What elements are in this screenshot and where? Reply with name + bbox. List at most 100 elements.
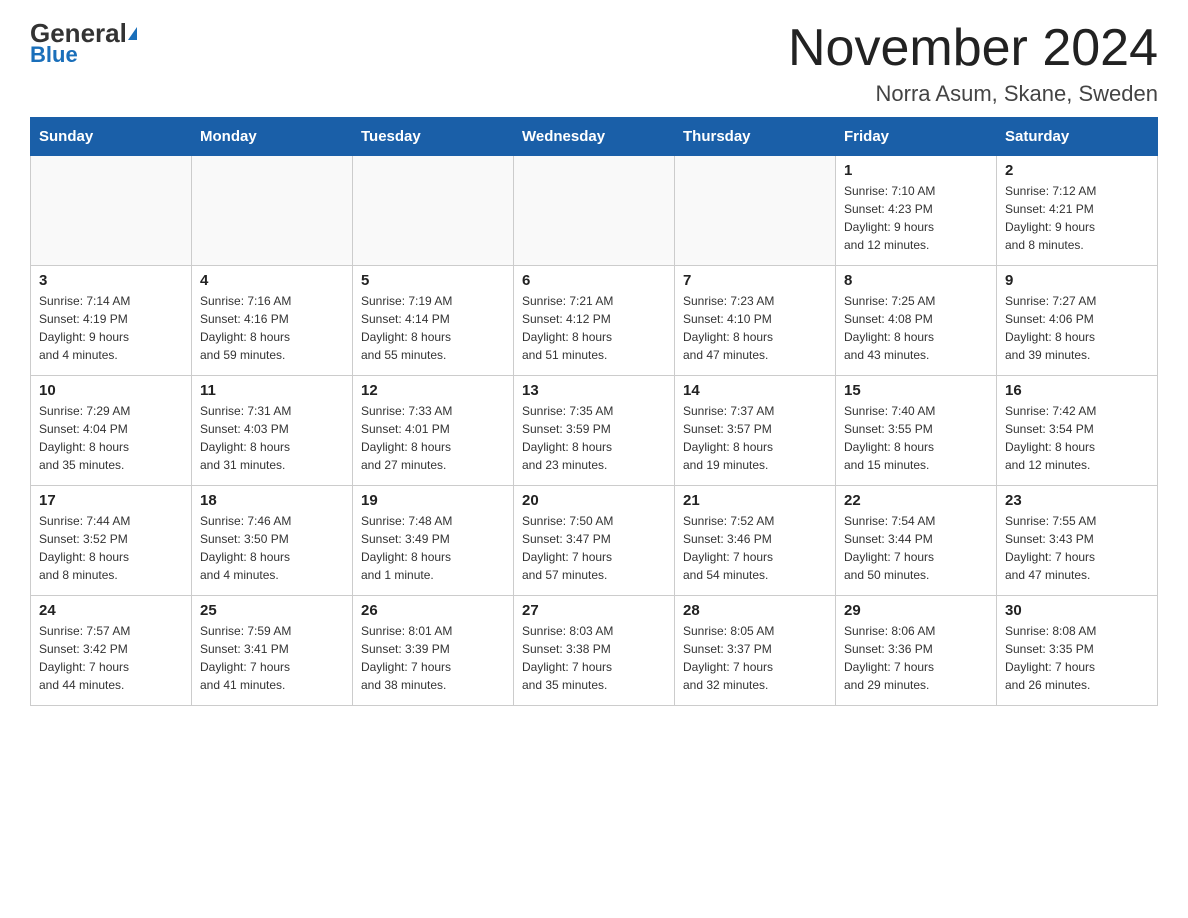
day-number: 13 — [522, 382, 666, 399]
day-cell: 19 Sunrise: 7:48 AMSunset: 3:49 PMDayligh… — [353, 486, 514, 596]
month-title: November 2024 — [788, 20, 1158, 77]
day-number: 16 — [1005, 382, 1149, 399]
day-number: 19 — [361, 492, 505, 509]
day-number: 12 — [361, 382, 505, 399]
header-row: SundayMondayTuesdayWednesdayThursdayFrid… — [31, 118, 1158, 156]
day-number: 8 — [844, 272, 988, 289]
day-number: 21 — [683, 492, 827, 509]
day-number: 11 — [200, 382, 344, 399]
day-number: 5 — [361, 272, 505, 289]
day-info: Sunrise: 7:19 AMSunset: 4:14 PMDaylight:… — [361, 292, 505, 364]
day-info: Sunrise: 7:50 AMSunset: 3:47 PMDaylight:… — [522, 512, 666, 584]
day-cell — [514, 156, 675, 266]
day-cell: 17 Sunrise: 7:44 AMSunset: 3:52 PMDayligh… — [31, 486, 192, 596]
day-number: 2 — [1005, 162, 1149, 179]
header-thursday: Thursday — [675, 118, 836, 156]
day-number: 4 — [200, 272, 344, 289]
day-number: 28 — [683, 602, 827, 619]
header-tuesday: Tuesday — [353, 118, 514, 156]
day-info: Sunrise: 7:37 AMSunset: 3:57 PMDaylight:… — [683, 402, 827, 474]
day-cell: 4 Sunrise: 7:16 AMSunset: 4:16 PMDaylight… — [192, 266, 353, 376]
logo-blue-text: Blue — [30, 42, 78, 68]
title-section: November 2024 Norra Asum, Skane, Sweden — [788, 20, 1158, 107]
week-row-2: 10 Sunrise: 7:29 AMSunset: 4:04 PMDayligh… — [31, 376, 1158, 486]
day-number: 15 — [844, 382, 988, 399]
page-header: General Blue November 2024 Norra Asum, S… — [30, 20, 1158, 107]
day-info: Sunrise: 7:16 AMSunset: 4:16 PMDaylight:… — [200, 292, 344, 364]
day-info: Sunrise: 7:33 AMSunset: 4:01 PMDaylight:… — [361, 402, 505, 474]
day-number: 23 — [1005, 492, 1149, 509]
location-title: Norra Asum, Skane, Sweden — [788, 81, 1158, 107]
day-info: Sunrise: 7:10 AMSunset: 4:23 PMDaylight:… — [844, 182, 988, 254]
day-number: 6 — [522, 272, 666, 289]
day-cell: 7 Sunrise: 7:23 AMSunset: 4:10 PMDaylight… — [675, 266, 836, 376]
day-number: 29 — [844, 602, 988, 619]
day-info: Sunrise: 7:55 AMSunset: 3:43 PMDaylight:… — [1005, 512, 1149, 584]
week-row-3: 17 Sunrise: 7:44 AMSunset: 3:52 PMDayligh… — [31, 486, 1158, 596]
day-info: Sunrise: 7:12 AMSunset: 4:21 PMDaylight:… — [1005, 182, 1149, 254]
day-info: Sunrise: 7:42 AMSunset: 3:54 PMDaylight:… — [1005, 402, 1149, 474]
day-info: Sunrise: 7:59 AMSunset: 3:41 PMDaylight:… — [200, 622, 344, 694]
day-info: Sunrise: 7:57 AMSunset: 3:42 PMDaylight:… — [39, 622, 183, 694]
day-cell: 29 Sunrise: 8:06 AMSunset: 3:36 PMDayligh… — [836, 596, 997, 706]
day-cell: 5 Sunrise: 7:19 AMSunset: 4:14 PMDaylight… — [353, 266, 514, 376]
day-number: 17 — [39, 492, 183, 509]
day-cell: 13Sunrise: 7:35 AMSunset: 3:59 PMDayligh… — [514, 376, 675, 486]
day-info: Sunrise: 8:06 AMSunset: 3:36 PMDaylight:… — [844, 622, 988, 694]
day-info: Sunrise: 7:21 AMSunset: 4:12 PMDaylight:… — [522, 292, 666, 364]
day-info: Sunrise: 7:46 AMSunset: 3:50 PMDaylight:… — [200, 512, 344, 584]
day-cell: 25 Sunrise: 7:59 AMSunset: 3:41 PMDayligh… — [192, 596, 353, 706]
day-info: Sunrise: 7:31 AMSunset: 4:03 PMDaylight:… — [200, 402, 344, 474]
day-cell: 20 Sunrise: 7:50 AMSunset: 3:47 PMDayligh… — [514, 486, 675, 596]
day-info: Sunrise: 8:05 AMSunset: 3:37 PMDaylight:… — [683, 622, 827, 694]
day-cell: 12 Sunrise: 7:33 AMSunset: 4:01 PMDayligh… — [353, 376, 514, 486]
day-number: 9 — [1005, 272, 1149, 289]
day-number: 14 — [683, 382, 827, 399]
day-cell: 1 Sunrise: 7:10 AMSunset: 4:23 PMDaylight… — [836, 156, 997, 266]
day-cell — [192, 156, 353, 266]
day-cell: 24 Sunrise: 7:57 AMSunset: 3:42 PMDayligh… — [31, 596, 192, 706]
day-cell: 27 Sunrise: 8:03 AMSunset: 3:38 PMDayligh… — [514, 596, 675, 706]
header-friday: Friday — [836, 118, 997, 156]
day-info: Sunrise: 8:08 AMSunset: 3:35 PMDaylight:… — [1005, 622, 1149, 694]
day-cell: 26Sunrise: 8:01 AMSunset: 3:39 PMDayligh… — [353, 596, 514, 706]
week-row-1: 3 Sunrise: 7:14 AMSunset: 4:19 PMDaylight… — [31, 266, 1158, 376]
day-cell: 8Sunrise: 7:25 AMSunset: 4:08 PMDaylight… — [836, 266, 997, 376]
day-cell — [675, 156, 836, 266]
day-number: 26 — [361, 602, 505, 619]
day-info: Sunrise: 7:29 AMSunset: 4:04 PMDaylight:… — [39, 402, 183, 474]
header-wednesday: Wednesday — [514, 118, 675, 156]
day-cell — [31, 156, 192, 266]
day-number: 25 — [200, 602, 344, 619]
week-row-4: 24 Sunrise: 7:57 AMSunset: 3:42 PMDayligh… — [31, 596, 1158, 706]
day-number: 3 — [39, 272, 183, 289]
day-info: Sunrise: 7:27 AMSunset: 4:06 PMDaylight:… — [1005, 292, 1149, 364]
day-info: Sunrise: 7:44 AMSunset: 3:52 PMDaylight:… — [39, 512, 183, 584]
calendar-header: SundayMondayTuesdayWednesdayThursdayFrid… — [31, 118, 1158, 156]
day-number: 30 — [1005, 602, 1149, 619]
day-number: 7 — [683, 272, 827, 289]
day-cell: 21 Sunrise: 7:52 AMSunset: 3:46 PMDayligh… — [675, 486, 836, 596]
logo: General Blue — [30, 20, 137, 68]
day-cell: 3 Sunrise: 7:14 AMSunset: 4:19 PMDaylight… — [31, 266, 192, 376]
day-cell — [353, 156, 514, 266]
day-number: 27 — [522, 602, 666, 619]
day-cell: 11 Sunrise: 7:31 AMSunset: 4:03 PMDayligh… — [192, 376, 353, 486]
day-cell: 9 Sunrise: 7:27 AMSunset: 4:06 PMDaylight… — [997, 266, 1158, 376]
day-number: 10 — [39, 382, 183, 399]
day-number: 24 — [39, 602, 183, 619]
day-info: Sunrise: 7:14 AMSunset: 4:19 PMDaylight:… — [39, 292, 183, 364]
day-info: Sunrise: 7:23 AMSunset: 4:10 PMDaylight:… — [683, 292, 827, 364]
day-info: Sunrise: 7:40 AMSunset: 3:55 PMDaylight:… — [844, 402, 988, 474]
day-cell: 10 Sunrise: 7:29 AMSunset: 4:04 PMDayligh… — [31, 376, 192, 486]
day-cell: 2 Sunrise: 7:12 AMSunset: 4:21 PMDaylight… — [997, 156, 1158, 266]
day-info: Sunrise: 7:52 AMSunset: 3:46 PMDaylight:… — [683, 512, 827, 584]
day-info: Sunrise: 7:54 AMSunset: 3:44 PMDaylight:… — [844, 512, 988, 584]
day-cell: 15 Sunrise: 7:40 AMSunset: 3:55 PMDayligh… — [836, 376, 997, 486]
day-number: 20 — [522, 492, 666, 509]
day-number: 1 — [844, 162, 988, 179]
calendar-table: SundayMondayTuesdayWednesdayThursdayFrid… — [30, 117, 1158, 706]
day-cell: 28 Sunrise: 8:05 AMSunset: 3:37 PMDayligh… — [675, 596, 836, 706]
day-info: Sunrise: 8:03 AMSunset: 3:38 PMDaylight:… — [522, 622, 666, 694]
day-info: Sunrise: 7:48 AMSunset: 3:49 PMDaylight:… — [361, 512, 505, 584]
